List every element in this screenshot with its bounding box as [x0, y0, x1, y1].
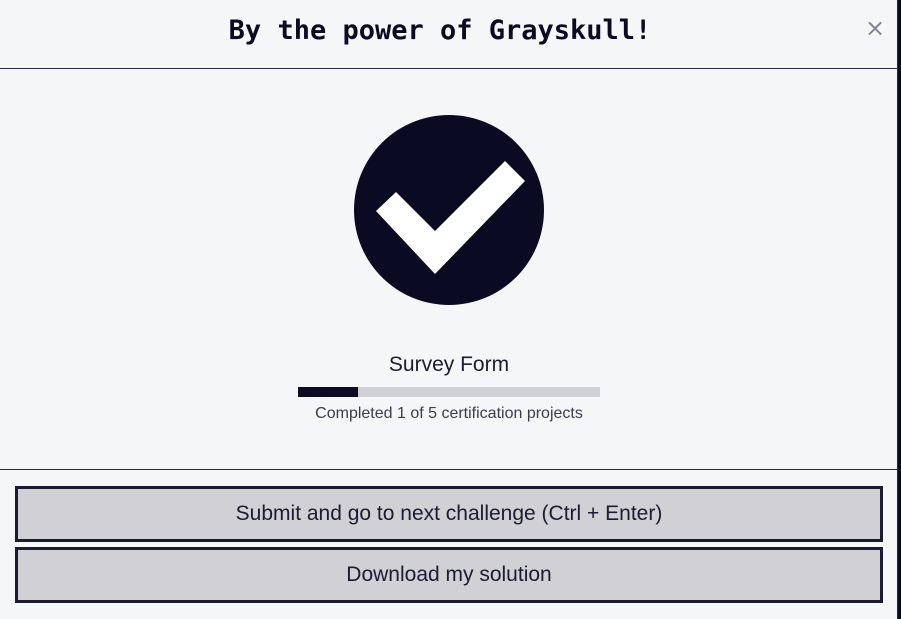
completion-modal: By the power of Grayskull! × Survey Form… — [0, 0, 898, 619]
progress-bar — [298, 387, 600, 397]
modal-title: By the power of Grayskull! — [228, 15, 652, 46]
check-circle-icon — [354, 115, 544, 305]
progress-bar-fill — [298, 387, 359, 397]
submit-next-challenge-button[interactable]: Submit and go to next challenge (Ctrl + … — [15, 486, 883, 542]
progress-text: Completed 1 of 5 certification projects — [315, 405, 583, 422]
close-button[interactable]: × — [862, 14, 888, 42]
modal-body: Survey Form Completed 1 of 5 certificati… — [0, 69, 898, 470]
modal-header: By the power of Grayskull! × — [0, 0, 898, 69]
download-solution-button[interactable]: Download my solution — [15, 547, 883, 603]
project-title: Survey Form — [388, 353, 510, 376]
